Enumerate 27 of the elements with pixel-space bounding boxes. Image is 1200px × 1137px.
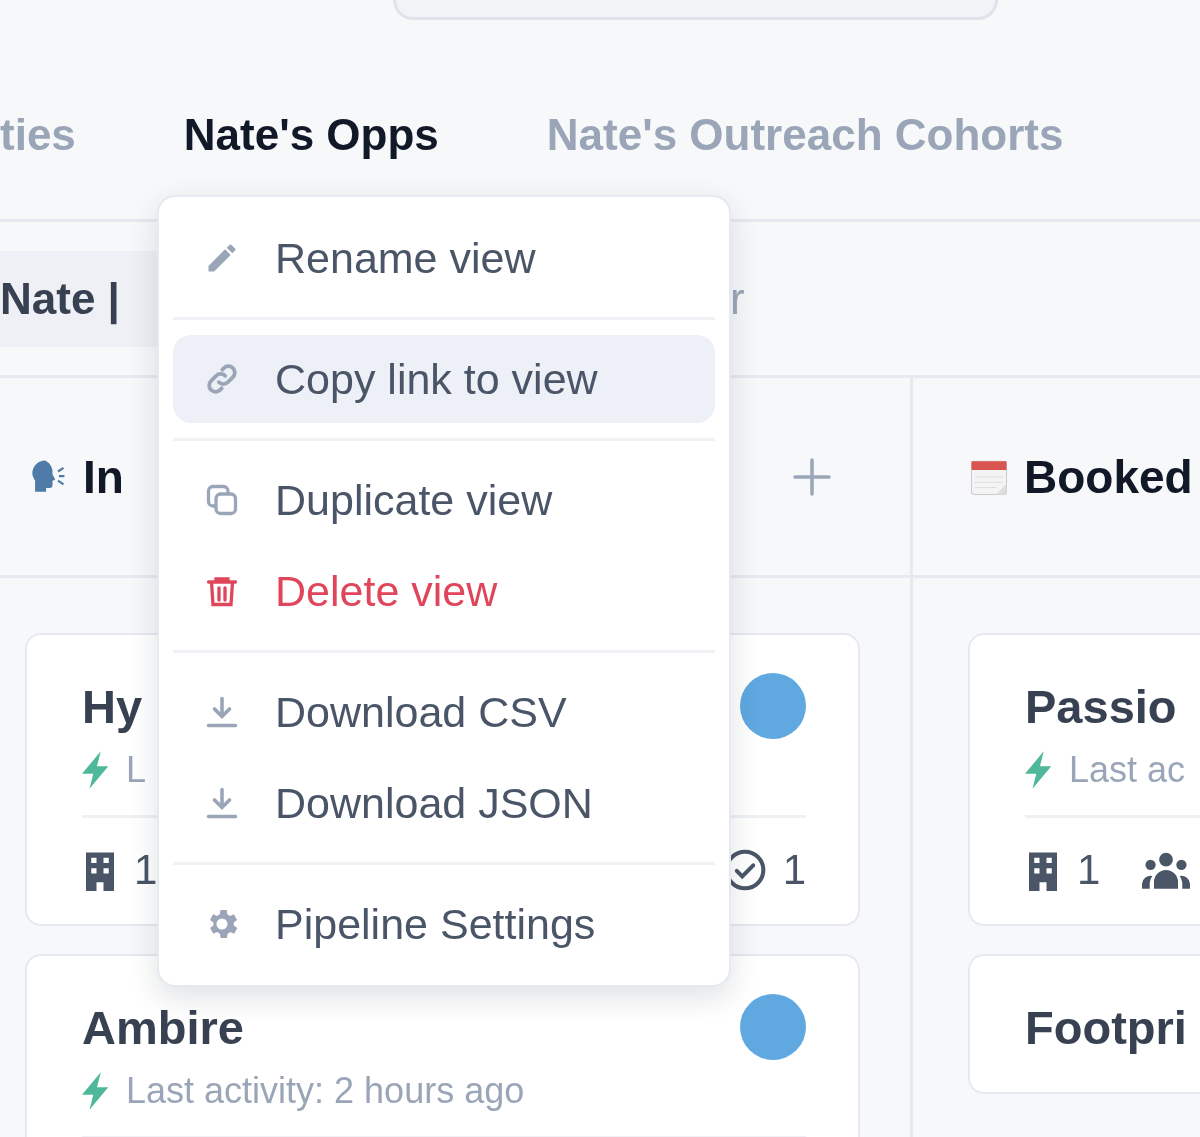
deal-card[interactable]: Footpri xyxy=(968,954,1200,1094)
column-title: Booked xyxy=(1024,449,1193,504)
deal-card[interactable]: Passio Last ac 1 xyxy=(968,633,1200,926)
view-tab[interactable]: Nate's Opps xyxy=(183,109,439,160)
card-title: Footpri xyxy=(1025,999,1187,1055)
count-text: 1 xyxy=(1077,846,1101,894)
menu-item[interactable]: Duplicate view xyxy=(173,456,715,544)
activity-text: Last activity: 2 hours ago xyxy=(126,1070,525,1112)
card-title: Ambire xyxy=(82,999,244,1055)
card-title: Hy xyxy=(82,678,143,734)
filter-text: r xyxy=(730,273,745,324)
activity-text: Last ac xyxy=(1069,749,1186,791)
copy-icon xyxy=(204,482,240,518)
menu-item[interactable]: Copy link to view xyxy=(173,335,715,423)
people-icon xyxy=(1142,850,1191,890)
add-icon[interactable] xyxy=(792,456,832,497)
menu-item[interactable]: Download JSON xyxy=(173,759,715,847)
menu-item[interactable]: Download CSV xyxy=(173,668,715,756)
card-title: Passio xyxy=(1025,678,1177,734)
activity-text: L xyxy=(126,749,147,791)
count-text: 1 xyxy=(782,846,806,894)
menu-item[interactable]: Delete view xyxy=(173,547,715,635)
download-icon xyxy=(204,785,240,821)
menu-item[interactable]: Rename view xyxy=(173,214,715,302)
count-text: 1 xyxy=(134,846,158,894)
download-icon xyxy=(204,694,240,730)
column-title: In xyxy=(83,449,124,504)
